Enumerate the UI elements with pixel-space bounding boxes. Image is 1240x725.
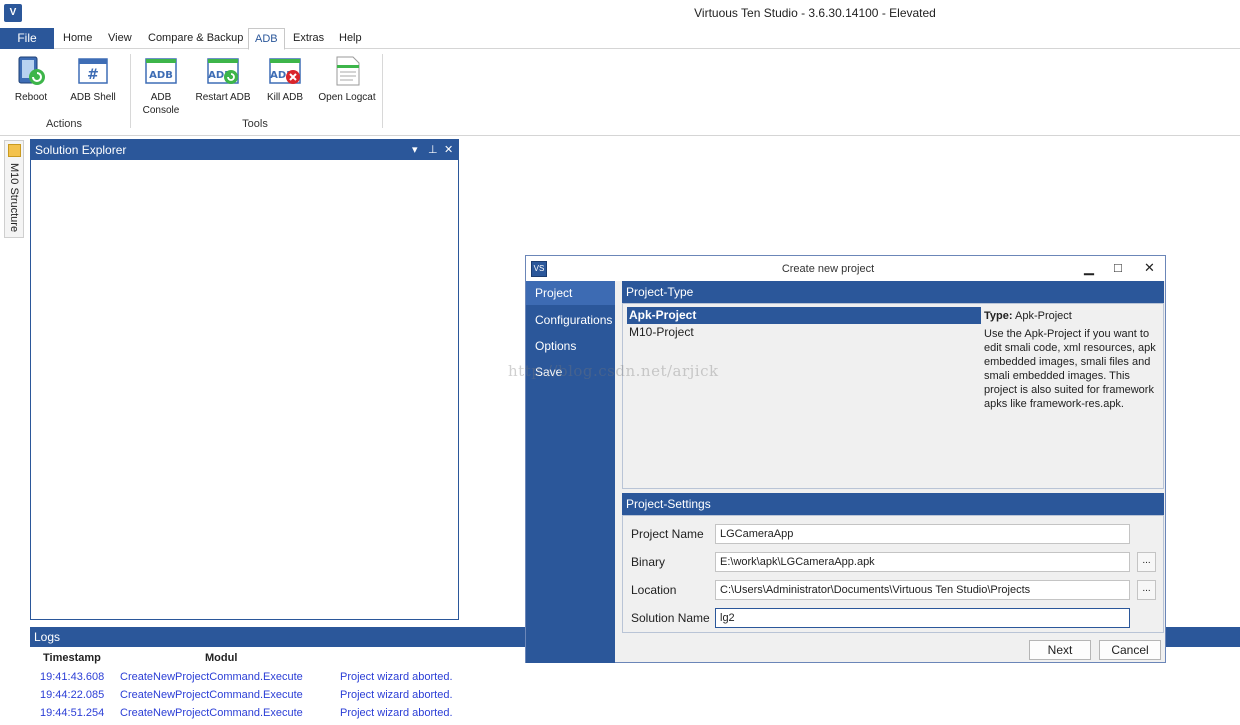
column-header-modul[interactable]: Modul (205, 652, 237, 664)
binary-label: Binary (631, 555, 666, 569)
log-modul: CreateNewProjectCommand.Execute (120, 671, 303, 683)
adb-console-icon: ADB (145, 55, 177, 87)
pin-icon[interactable]: ⊥ (428, 140, 438, 160)
kill-adb-icon: ADB (269, 55, 301, 87)
project-settings-form: Project Name Binary ... Location ... Sol… (622, 515, 1164, 633)
reboot-label: Reboot (14, 92, 48, 103)
binary-browse-button[interactable]: ... (1137, 552, 1156, 572)
project-type-apk[interactable]: Apk-Project (627, 307, 981, 324)
reboot-icon (15, 55, 47, 87)
adb-console-button[interactable]: ADB ADB Console (131, 55, 191, 117)
solution-name-label: Solution Name (631, 611, 710, 625)
log-message: Project wizard aborted. (340, 707, 453, 719)
project-type-header: Project-Type (622, 281, 1164, 303)
reboot-button[interactable]: Reboot (1, 55, 61, 104)
minimize-icon[interactable]: ▁ (1084, 260, 1094, 276)
adb-shell-label: ADB Shell (70, 92, 116, 103)
watermark-text: http://blog.csdn.net/arjick (508, 362, 719, 380)
dropdown-icon[interactable]: ▾ (412, 140, 418, 160)
restart-adb-icon: ADB (207, 55, 239, 87)
location-label: Location (631, 583, 677, 597)
wizard-nav: Project Configurations Options Save (526, 281, 615, 663)
m10-structure-rail[interactable]: M10 Structure (4, 140, 24, 238)
log-message: Project wizard aborted. (340, 689, 453, 701)
tab-home[interactable]: Home (57, 28, 98, 49)
close-icon[interactable]: ✕ (1144, 260, 1155, 276)
solution-name-input[interactable] (715, 608, 1130, 628)
binary-input[interactable] (715, 552, 1130, 572)
log-message: Project wizard aborted. (340, 671, 453, 683)
shell-icon-text: # (87, 67, 99, 83)
adb-shell-button[interactable]: # ADB Shell (63, 55, 123, 104)
open-logcat-button[interactable]: Open Logcat (317, 55, 377, 104)
logs-title: Logs (34, 630, 61, 644)
adb-shell-icon: # (77, 55, 109, 87)
explorer-title: Solution Explorer (35, 143, 127, 157)
create-project-dialog: VS Create new project ▁ □ ✕ Project Conf… (525, 255, 1166, 663)
dialog-title-bar: VS Create new project ▁ □ ✕ (526, 256, 1165, 281)
logcat-icon (331, 55, 363, 87)
tab-help[interactable]: Help (333, 28, 368, 49)
log-modul: CreateNewProjectCommand.Execute (120, 707, 303, 719)
adb-console-label: ADB Console (142, 92, 180, 116)
tab-adb[interactable]: ADB (248, 28, 285, 50)
group-label-actions: Actions (45, 118, 83, 130)
kill-adb-button[interactable]: ADB Kill ADB (255, 55, 315, 104)
project-name-label: Project Name (631, 527, 704, 541)
kill-adb-label: Kill ADB (266, 92, 304, 103)
project-type-list: Apk-Project M10-Project Type: Apk-Projec… (622, 303, 1164, 489)
log-modul: CreateNewProjectCommand.Execute (120, 689, 303, 701)
column-header-timestamp[interactable]: Timestamp (43, 652, 101, 664)
nav-options[interactable]: Options (526, 334, 615, 358)
solution-explorer-panel: Solution Explorer ▾ ⊥ ✕ (30, 139, 459, 620)
explorer-header: Solution Explorer ▾ ⊥ ✕ (31, 140, 458, 160)
close-icon[interactable]: ✕ (444, 140, 453, 160)
cancel-button[interactable]: Cancel (1099, 640, 1161, 660)
svg-text:ADB: ADB (149, 70, 173, 81)
group-label-tools: Tools (242, 118, 268, 130)
tab-view[interactable]: View (102, 28, 138, 49)
rail-label: M10 Structure (8, 163, 20, 233)
type-value: Apk-Project (1014, 310, 1072, 322)
project-type-m10[interactable]: M10-Project (627, 324, 981, 341)
log-time: 19:44:22.085 (40, 689, 105, 701)
type-description-text: Use the Apk-Project if you want to edit … (984, 328, 1156, 410)
open-logcat-label: Open Logcat (318, 92, 376, 103)
type-label: Type: (984, 310, 1013, 322)
nav-configurations[interactable]: Configurations (526, 308, 615, 332)
next-button[interactable]: Next (1029, 640, 1091, 660)
restart-adb-button[interactable]: ADB Restart ADB (193, 55, 253, 104)
structure-icon (8, 144, 21, 157)
group-separator (382, 54, 383, 128)
log-time: 19:41:43.608 (40, 671, 105, 683)
location-input[interactable] (715, 580, 1130, 600)
project-settings-header: Project-Settings (622, 493, 1164, 515)
logs-table: Timestamp Modul 19:41:43.608 CreateNewPr… (30, 647, 525, 725)
tab-compare-backup[interactable]: Compare & Backup (142, 28, 249, 49)
file-tab[interactable]: File (0, 28, 54, 49)
project-type-description: Type: Apk-Project Use the Apk-Project if… (984, 309, 1160, 411)
title-bar: V Virtuous Ten Studio - 3.6.30.14100 - E… (0, 0, 1240, 26)
dialog-title: Create new project (781, 263, 875, 275)
ribbon: Reboot # ADB Shell Actions ADB ADB Conso… (0, 50, 1240, 136)
restart-adb-label: Restart ADB (195, 92, 251, 103)
ribbon-tab-bar: File Home View Compare & Backup ADB Extr… (0, 28, 1240, 50)
maximize-icon[interactable]: □ (1114, 260, 1122, 275)
log-time: 19:44:51.254 (40, 707, 105, 719)
tab-extras[interactable]: Extras (287, 28, 330, 49)
nav-project[interactable]: Project (526, 281, 615, 305)
window-title: Virtuous Ten Studio - 3.6.30.14100 - Ele… (694, 6, 936, 20)
project-name-input[interactable] (715, 524, 1130, 544)
location-browse-button[interactable]: ... (1137, 580, 1156, 600)
